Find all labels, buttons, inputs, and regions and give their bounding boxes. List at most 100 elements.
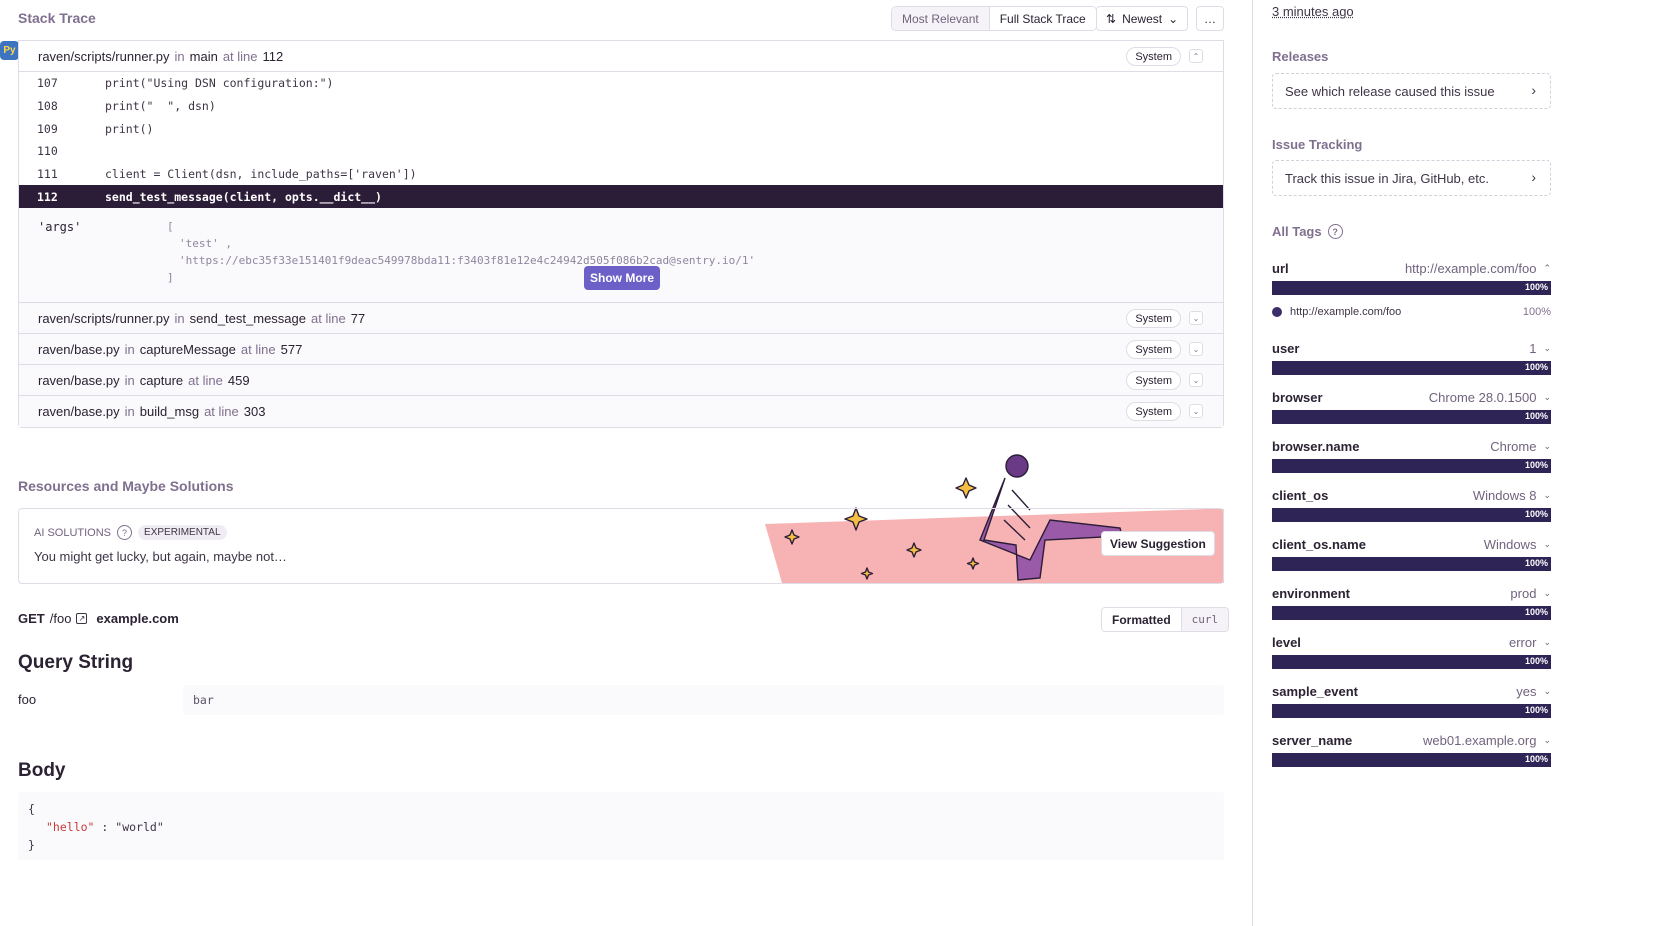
help-icon[interactable]: ? [1327, 224, 1343, 239]
stack-trace-panel: raven/scripts/runner.py in main at line … [18, 40, 1224, 428]
tag-toggle-icon[interactable]: ⌄ [1543, 637, 1551, 648]
request-body: { "hello" : "world" } [18, 792, 1224, 860]
code-context: 107 print("Using DSN configuration:") 108… [19, 72, 1223, 209]
frame-header[interactable]: raven/scripts/runner.py in send_test_messa… [19, 303, 1223, 334]
full-stack-trace-button[interactable]: Full Stack Trace [989, 7, 1096, 30]
tag-row: user 1 ⌄ [1272, 339, 1551, 357]
request-path: /foo [49, 611, 72, 626]
tag-distribution-bar: 100% [1272, 361, 1551, 375]
variable-key: 'args' [38, 220, 82, 234]
tag-toggle-icon[interactable]: ⌄ [1543, 735, 1551, 746]
tag-toggle-icon[interactable]: ⌄ [1543, 490, 1551, 501]
last-seen-time[interactable]: 3 minutes ago [1272, 4, 1354, 19]
tag-key: user [1272, 340, 1300, 356]
tag-value: error ⌄ [1509, 634, 1551, 650]
tag-percent: 100% [1524, 607, 1548, 617]
frame-variables: 'args' [ 'test' , 'https://ebc35f33e1514… [19, 208, 1223, 303]
ai-solutions-text: You might get lucky, but again, maybe no… [34, 549, 287, 564]
tag-toggle-icon[interactable]: ⌄ [1543, 588, 1551, 599]
tag-bar-fill [1272, 606, 1551, 620]
tag-distribution-bar: 100% [1272, 704, 1551, 718]
tag-row: client_os.name Windows ⌄ [1272, 535, 1551, 553]
tag-distribution-bar: 100% [1272, 459, 1551, 473]
tag-level[interactable]: level error ⌄ 100% [1272, 633, 1551, 669]
issue-tracking-title: Issue Tracking [1272, 137, 1363, 152]
frame-header[interactable]: raven/base.py in build_msg at line 303 Syste… [19, 396, 1223, 427]
tag-row: url http://example.com/foo ⌃ [1272, 259, 1551, 277]
help-icon[interactable]: ? [117, 525, 133, 540]
tag-toggle-icon[interactable]: ⌄ [1543, 343, 1551, 354]
external-link-icon[interactable]: ↗ [76, 613, 88, 624]
tag-sample-event[interactable]: sample_event yes ⌄ 100% [1272, 682, 1551, 718]
tag-toggle-icon[interactable]: ⌃ [1543, 263, 1551, 274]
tag-row: environment prod ⌄ [1272, 584, 1551, 602]
releases-card[interactable]: See which release caused this issue › [1272, 73, 1551, 109]
show-more-button[interactable]: Show More [584, 266, 660, 290]
chevron-up-icon[interactable]: ⌃ [1189, 49, 1203, 63]
tag-percent: 100% [1524, 754, 1548, 764]
stack-view-toggle: Most Relevant Full Stack Trace [891, 6, 1097, 31]
tag-toggle-icon[interactable]: ⌄ [1543, 539, 1551, 550]
all-tags-title: All Tags ? [1272, 224, 1343, 239]
chevron-down-icon[interactable]: ⌄ [1189, 342, 1203, 356]
tag-detail-value: http://example.com/foo [1290, 306, 1402, 318]
ai-solutions-label: AI SOLUTIONS [34, 526, 112, 539]
formatted-button[interactable]: Formatted [1102, 608, 1182, 631]
chevron-down-icon[interactable]: ⌄ [1189, 373, 1203, 387]
tag-value-detail[interactable]: http://example.com/foo 100% [1272, 306, 1551, 318]
tag-environment[interactable]: environment prod ⌄ 100% [1272, 584, 1551, 620]
issue-sidebar: 3 minutes ago Releases See which release… [1272, 0, 1652, 926]
sort-dropdown[interactable]: ⇅ Newest ⌄ [1096, 6, 1189, 31]
curl-button[interactable]: curl [1181, 608, 1229, 631]
tag-bar-fill [1272, 410, 1551, 424]
issue-tracking-card[interactable]: Track this issue in Jira, GitHub, etc. › [1272, 160, 1551, 196]
tag-key: browser.name [1272, 438, 1360, 454]
releases-card-text: See which release caused this issue [1285, 83, 1495, 99]
more-options-button[interactable]: … [1196, 6, 1224, 31]
tag-url[interactable]: url http://example.com/foo ⌃ 100% [1272, 259, 1551, 295]
tag-key: sample_event [1272, 683, 1358, 699]
tag-browser[interactable]: browser Chrome 28.0.1500 ⌄ 100% [1272, 388, 1551, 424]
tag-percent: 100% [1524, 656, 1548, 666]
sort-icon: ⇅ [1106, 11, 1117, 26]
tag-client-os[interactable]: client_os Windows 8 ⌄ 100% [1272, 486, 1551, 522]
experimental-badge: EXPERIMENTAL [138, 525, 227, 540]
tag-server-name[interactable]: server_name web01.example.org ⌄ 100% [1272, 731, 1551, 767]
tag-user[interactable]: user 1 ⌄ 100% [1272, 339, 1551, 375]
chevron-down-icon[interactable]: ⌄ [1189, 404, 1203, 418]
tag-toggle-icon[interactable]: ⌄ [1543, 392, 1551, 403]
tag-bar-fill [1272, 459, 1551, 473]
tag-bar-fill [1272, 361, 1551, 375]
tag-client-os-name[interactable]: client_os.name Windows ⌄ 100% [1272, 535, 1551, 571]
tag-row: level error ⌄ [1272, 633, 1551, 651]
view-suggestion-button[interactable]: View Suggestion [1101, 531, 1215, 556]
frame-header[interactable]: raven/base.py in captureMessage at line 577 … [19, 334, 1223, 365]
stack-trace-title: Stack Trace [18, 10, 96, 26]
tag-value: 1 ⌄ [1529, 340, 1551, 356]
most-relevant-button[interactable]: Most Relevant [892, 7, 990, 30]
tag-percent: 100% [1524, 558, 1548, 568]
request-host: example.com [96, 611, 179, 626]
tag-row: sample_event yes ⌄ [1272, 682, 1551, 700]
tag-row: server_name web01.example.org ⌄ [1272, 731, 1551, 749]
tag-row: browser Chrome 28.0.1500 ⌄ [1272, 388, 1551, 406]
tag-row: browser.name Chrome ⌄ [1272, 437, 1551, 455]
chevron-down-icon: ⌄ [1168, 11, 1179, 26]
main-content: Stack Trace Most Relevant Full Stack Tra… [0, 0, 1252, 926]
tag-toggle-icon[interactable]: ⌄ [1543, 441, 1551, 452]
sidebar-divider [1252, 0, 1253, 926]
tag-percent: 100% [1524, 282, 1548, 292]
ai-solutions-header: AI SOLUTIONS ? EXPERIMENTAL [34, 525, 227, 540]
frame-header[interactable]: raven/base.py in capture at line 459 System … [19, 365, 1223, 396]
tag-key: url [1272, 260, 1289, 276]
tag-toggle-icon[interactable]: ⌄ [1543, 686, 1551, 697]
frame-header[interactable]: raven/scripts/runner.py in main at line … [19, 41, 1223, 72]
tag-bar-fill [1272, 655, 1551, 669]
tag-browser-name[interactable]: browser.name Chrome ⌄ 100% [1272, 437, 1551, 473]
chevron-right-icon: › [1531, 169, 1536, 185]
query-key: foo [18, 692, 37, 707]
code-line: 111 client = Client(dsn, include_paths=['… [37, 167, 417, 182]
tag-key: browser [1272, 389, 1323, 405]
tag-percent: 100% [1524, 411, 1548, 421]
chevron-down-icon[interactable]: ⌄ [1189, 311, 1203, 325]
